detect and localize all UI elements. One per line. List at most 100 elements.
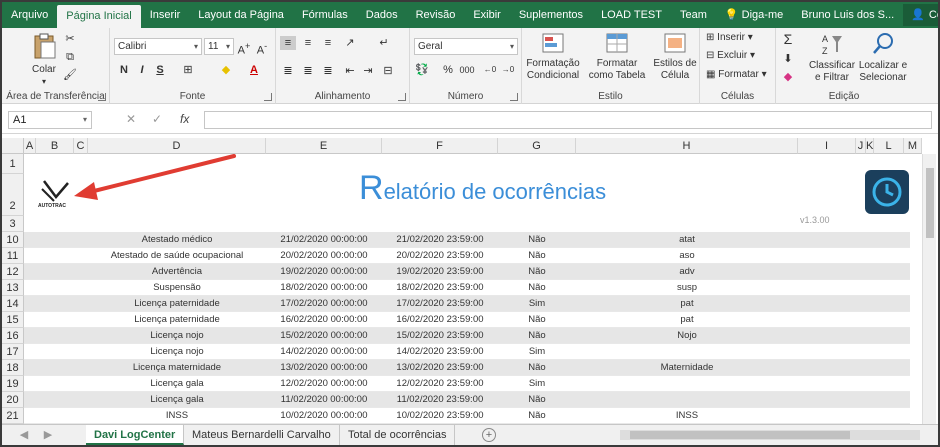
cell-code[interactable]: INSS <box>576 408 798 424</box>
cell-occurrence[interactable]: Licença gala <box>88 376 266 392</box>
italic-button[interactable]: I <box>134 63 150 77</box>
fill-color-icon[interactable]: ◆ <box>218 63 234 77</box>
delete-cells-button[interactable]: ⊟ Excluir ▾ <box>706 50 755 62</box>
cell-flag[interactable]: Não <box>498 264 576 280</box>
clear-icon[interactable]: ◆ <box>780 70 796 84</box>
cell-flag[interactable]: Não <box>498 360 576 376</box>
format-painter-icon[interactable]: 🖌 <box>62 68 78 82</box>
cell-end[interactable]: 19/02/2020 23:59:00 <box>382 264 498 280</box>
cell-occurrence[interactable]: Licença paternidade <box>88 296 266 312</box>
column-header[interactable]: H <box>576 138 798 154</box>
tab-layout[interactable]: Layout da Página <box>189 2 293 28</box>
dialog-launcher-icon[interactable] <box>398 93 406 101</box>
cell-occurrence[interactable]: Licença nojo <box>88 344 266 360</box>
share-button[interactable]: 👤Compartilhar <box>903 4 938 26</box>
percent-button[interactable]: % <box>440 63 456 77</box>
conditional-formatting-button[interactable]: Formatação Condicional <box>524 32 582 82</box>
cell-occurrence[interactable]: INSS <box>88 408 266 424</box>
dialog-launcher-icon[interactable] <box>510 93 518 101</box>
row-header[interactable]: 11 <box>2 248 24 264</box>
column-header[interactable]: F <box>382 138 498 154</box>
currency-icon[interactable]: 💱 <box>414 63 430 77</box>
align-right-icon[interactable]: ≣ <box>320 64 336 78</box>
row-header[interactable]: 12 <box>2 264 24 280</box>
cell-end[interactable]: 21/02/2020 23:59:00 <box>382 232 498 248</box>
add-sheet-icon[interactable]: + <box>482 428 496 442</box>
row-header[interactable]: 21 <box>2 408 24 424</box>
cell-flag[interactable]: Não <box>498 392 576 408</box>
tab-dados[interactable]: Dados <box>357 2 407 28</box>
cell-start[interactable]: 16/02/2020 00:00:00 <box>266 312 382 328</box>
row-header[interactable]: 3 <box>2 216 24 232</box>
column-header[interactable]: L <box>874 138 904 154</box>
cell-start[interactable]: 19/02/2020 00:00:00 <box>266 264 382 280</box>
cell-code[interactable]: Maternidade <box>576 360 798 376</box>
cell-code[interactable]: adv <box>576 264 798 280</box>
cell-end[interactable]: 17/02/2020 23:59:00 <box>382 296 498 312</box>
cell-end[interactable]: 11/02/2020 23:59:00 <box>382 392 498 408</box>
row-header[interactable]: 15 <box>2 312 24 328</box>
row-header[interactable]: 13 <box>2 280 24 296</box>
cell-end[interactable]: 14/02/2020 23:59:00 <box>382 344 498 360</box>
cell-end[interactable]: 13/02/2020 23:59:00 <box>382 360 498 376</box>
increase-indent-icon[interactable]: ⇥ <box>360 64 376 78</box>
tab-inserir[interactable]: Inserir <box>141 2 190 28</box>
cell-code[interactable]: Nojo <box>576 328 798 344</box>
cell-code[interactable]: pat <box>576 312 798 328</box>
row-header[interactable]: 16 <box>2 328 24 344</box>
wrap-text-icon[interactable]: ↵ <box>376 36 392 50</box>
copy-icon[interactable]: ⧉ <box>62 50 78 64</box>
cell-flag[interactable]: Não <box>498 280 576 296</box>
font-color-icon[interactable]: A <box>246 63 262 77</box>
sheet-tab-mateus[interactable]: Mateus Bernardelli Carvalho <box>184 425 340 445</box>
cell-start[interactable]: 18/02/2020 00:00:00 <box>266 280 382 296</box>
column-header[interactable]: I <box>798 138 856 154</box>
cell-occurrence[interactable]: Atestado de saúde ocupacional <box>88 248 266 264</box>
cell-start[interactable]: 12/02/2020 00:00:00 <box>266 376 382 392</box>
column-header[interactable]: K <box>866 138 874 154</box>
cell-occurrence[interactable]: Licença nojo <box>88 328 266 344</box>
sheet-tab-total[interactable]: Total de ocorrências <box>340 425 456 445</box>
cell-occurrence[interactable]: Licença paternidade <box>88 312 266 328</box>
next-sheet-icon[interactable]: ▶ <box>40 428 56 442</box>
dialog-launcher-icon[interactable] <box>98 93 106 101</box>
tab-pagina-inicial[interactable]: Página Inicial <box>57 5 141 28</box>
cell-end[interactable]: 15/02/2020 23:59:00 <box>382 328 498 344</box>
underline-button[interactable]: S <box>152 63 168 77</box>
column-header[interactable]: J <box>856 138 866 154</box>
insert-function-button[interactable]: fx <box>180 112 189 126</box>
cut-icon[interactable]: ✂ <box>62 32 78 46</box>
cell-flag[interactable]: Não <box>498 312 576 328</box>
tab-team[interactable]: Team <box>671 2 716 28</box>
cell-start[interactable]: 21/02/2020 00:00:00 <box>266 232 382 248</box>
row-header[interactable]: 19 <box>2 376 24 392</box>
cell-flag[interactable]: Sim <box>498 344 576 360</box>
cell-occurrence[interactable]: Licença maternidade <box>88 360 266 376</box>
cell-end[interactable]: 10/02/2020 23:59:00 <box>382 408 498 424</box>
column-header[interactable]: A <box>24 138 36 154</box>
paste-button[interactable]: Colar ▾ <box>30 32 58 88</box>
cell-end[interactable]: 20/02/2020 23:59:00 <box>382 248 498 264</box>
cell-occurrence[interactable]: Licença gala <box>88 392 266 408</box>
format-cells-button[interactable]: ▦ Formatar ▾ <box>706 69 767 81</box>
tab-exibir[interactable]: Exibir <box>464 2 510 28</box>
tab-formulas[interactable]: Fórmulas <box>293 2 357 28</box>
borders-icon[interactable]: ⊞ <box>180 63 196 77</box>
cell-occurrence[interactable]: Atestado médico <box>88 232 266 248</box>
grow-font-icon[interactable]: A+ <box>236 39 252 57</box>
row-header[interactable]: 18 <box>2 360 24 376</box>
decrease-indent-icon[interactable]: ⇤ <box>342 64 358 78</box>
prev-sheet-icon[interactable]: ◀ <box>16 428 32 442</box>
cell-start[interactable]: 14/02/2020 00:00:00 <box>266 344 382 360</box>
horizontal-scrollbar[interactable] <box>620 430 920 440</box>
cell-end[interactable]: 16/02/2020 23:59:00 <box>382 312 498 328</box>
row-header[interactable]: 14 <box>2 296 24 312</box>
align-middle-icon[interactable]: ≡ <box>300 36 316 50</box>
increase-decimal-icon[interactable]: ←0 <box>482 63 498 77</box>
cell-start[interactable]: 10/02/2020 00:00:00 <box>266 408 382 424</box>
find-select-button[interactable]: Localizar e Selecionar <box>856 32 910 84</box>
align-top-icon[interactable]: ≡ <box>280 36 296 50</box>
scrollbar-thumb[interactable] <box>926 168 934 238</box>
align-center-icon[interactable]: ≣ <box>300 64 316 78</box>
cell-flag[interactable]: Sim <box>498 376 576 392</box>
